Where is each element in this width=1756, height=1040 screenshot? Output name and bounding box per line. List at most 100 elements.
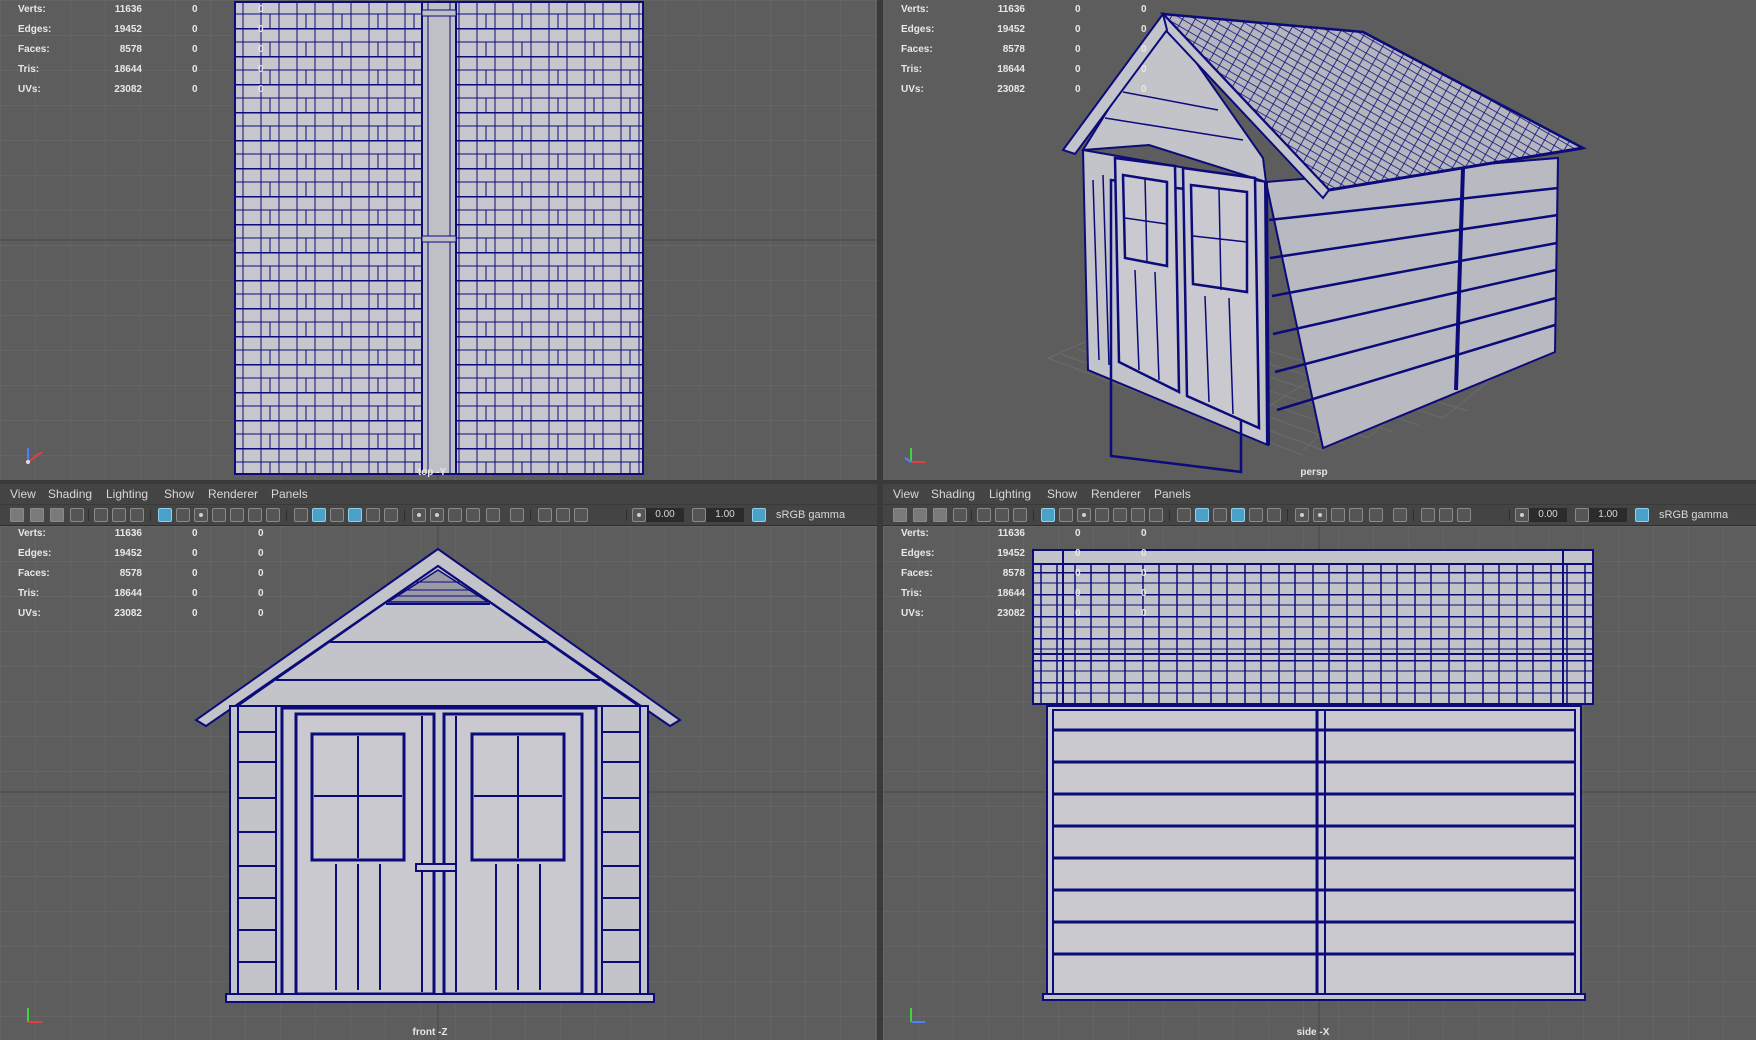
grease-pencil-frame-icon[interactable] xyxy=(130,508,144,522)
bookmark-icon[interactable] xyxy=(933,508,947,522)
poly-count-hud: Verts: 11636 0 0 Edges: 19452 0 0 Faces: 8578 0 0… xyxy=(891,4,1151,104)
stat-label: UVs: xyxy=(18,84,41,95)
gamma-field[interactable] xyxy=(706,508,744,522)
stat-value: 8578 xyxy=(1002,568,1025,579)
camera-attributes-icon[interactable] xyxy=(30,508,44,522)
select-camera-icon[interactable] xyxy=(893,508,907,522)
use-all-lights-icon[interactable] xyxy=(1267,508,1281,522)
viewport-front[interactable]: View Shading Lighting Show Renderer Pane… xyxy=(0,484,877,1040)
shadows-icon[interactable] xyxy=(412,508,426,522)
safe-title-icon[interactable] xyxy=(266,508,280,522)
xray-joints-icon[interactable] xyxy=(574,508,588,522)
menu-shading[interactable]: Shading xyxy=(48,487,92,501)
viewport-top[interactable]: Verts: 11636 0 0 Edges: 19452 0 0 Faces: 8578 0 0… xyxy=(0,0,877,480)
resolution-gate-icon[interactable] xyxy=(1077,508,1091,522)
motion-blur-icon[interactable] xyxy=(1331,508,1345,522)
motion-blur-icon[interactable] xyxy=(448,508,462,522)
menu-lighting[interactable]: Lighting xyxy=(106,487,148,501)
grid-icon[interactable] xyxy=(158,508,172,522)
menu-view[interactable]: View xyxy=(893,487,919,501)
shadows-icon[interactable] xyxy=(1295,508,1309,522)
menu-show[interactable]: Show xyxy=(164,487,194,501)
menu-renderer[interactable]: Renderer xyxy=(1091,487,1141,501)
menu-panels[interactable]: Panels xyxy=(1154,487,1191,501)
anti-aliasing-icon[interactable] xyxy=(466,508,480,522)
xray-active-icon[interactable] xyxy=(556,508,570,522)
grid-icon[interactable] xyxy=(1041,508,1055,522)
exposure-icon[interactable] xyxy=(632,508,646,522)
viewport-side[interactable]: View Shading Lighting Show Renderer Pane… xyxy=(883,484,1756,1040)
menu-view[interactable]: View xyxy=(10,487,36,501)
safe-action-icon[interactable] xyxy=(248,508,262,522)
film-gate-icon[interactable] xyxy=(1059,508,1073,522)
camera-name-label: side -X xyxy=(1296,1027,1330,1038)
textured-icon[interactable] xyxy=(1249,508,1263,522)
menu-show[interactable]: Show xyxy=(1047,487,1077,501)
grease-pencil-icon[interactable] xyxy=(112,508,126,522)
menu-lighting[interactable]: Lighting xyxy=(989,487,1031,501)
gamma-icon[interactable] xyxy=(692,508,706,522)
viewport-persp[interactable]: Verts: 11636 0 0 Edges: 19452 0 0 Faces: 8578 0 0… xyxy=(883,0,1756,480)
xray-joints-icon[interactable] xyxy=(1457,508,1471,522)
depth-of-field-icon[interactable] xyxy=(1369,508,1383,522)
color-management-icon[interactable] xyxy=(1635,508,1649,522)
isolate-icon[interactable] xyxy=(510,508,524,522)
default-material-icon[interactable] xyxy=(330,508,344,522)
exposure-field[interactable] xyxy=(646,508,684,522)
stat-selected: 0 xyxy=(1075,64,1081,75)
stat-tris-selected: 0 xyxy=(258,84,264,95)
bookmark-icon[interactable] xyxy=(50,508,64,522)
exposure-icon[interactable] xyxy=(1515,508,1529,522)
stat-tris-selected: 0 xyxy=(1141,608,1147,619)
color-space-label[interactable]: sRGB gamma xyxy=(1659,509,1728,521)
color-space-label[interactable]: sRGB gamma xyxy=(776,509,845,521)
menu-shading[interactable]: Shading xyxy=(931,487,975,501)
stat-tris-selected: 0 xyxy=(1141,44,1147,55)
anti-aliasing-icon[interactable] xyxy=(1349,508,1363,522)
2d-pan-zoom-icon[interactable] xyxy=(977,508,991,522)
safe-title-icon[interactable] xyxy=(1149,508,1163,522)
image-plane-icon[interactable] xyxy=(953,508,967,522)
xray-active-icon[interactable] xyxy=(1439,508,1453,522)
use-all-lights-icon[interactable] xyxy=(384,508,398,522)
safe-action-icon[interactable] xyxy=(1131,508,1145,522)
isolate-icon[interactable] xyxy=(1393,508,1407,522)
gate-mask-icon[interactable] xyxy=(1095,508,1109,522)
stat-label: Faces: xyxy=(18,568,50,579)
wireframe-on-shaded-icon[interactable] xyxy=(348,508,362,522)
color-management-icon[interactable] xyxy=(752,508,766,522)
depth-of-field-icon[interactable] xyxy=(486,508,500,522)
select-camera-icon[interactable] xyxy=(10,508,24,522)
camera-attributes-icon[interactable] xyxy=(913,508,927,522)
grease-pencil-icon[interactable] xyxy=(995,508,1009,522)
grease-pencil-frame-icon[interactable] xyxy=(1013,508,1027,522)
image-plane-icon[interactable] xyxy=(70,508,84,522)
stat-value: 11636 xyxy=(997,4,1025,15)
film-gate-icon[interactable] xyxy=(176,508,190,522)
ambient-occlusion-icon[interactable] xyxy=(1313,508,1327,522)
wireframe-icon[interactable] xyxy=(1177,508,1191,522)
xray-icon[interactable] xyxy=(538,508,552,522)
wireframe-on-shaded-icon[interactable] xyxy=(1231,508,1245,522)
gamma-field[interactable] xyxy=(1589,508,1627,522)
gamma-icon[interactable] xyxy=(1575,508,1589,522)
wireframe-icon[interactable] xyxy=(294,508,308,522)
toolbar-separator xyxy=(88,509,89,521)
ambient-occlusion-icon[interactable] xyxy=(430,508,444,522)
resolution-gate-icon[interactable] xyxy=(194,508,208,522)
exposure-field[interactable] xyxy=(1529,508,1567,522)
smooth-shade-icon[interactable] xyxy=(312,508,326,522)
field-chart-icon[interactable] xyxy=(1113,508,1127,522)
default-material-icon[interactable] xyxy=(1213,508,1227,522)
field-chart-icon[interactable] xyxy=(230,508,244,522)
smooth-shade-icon[interactable] xyxy=(1195,508,1209,522)
textured-icon[interactable] xyxy=(366,508,380,522)
stat-tris-selected: 0 xyxy=(1141,548,1147,559)
xray-icon[interactable] xyxy=(1421,508,1435,522)
stat-label: Edges: xyxy=(18,24,52,35)
2d-pan-zoom-icon[interactable] xyxy=(94,508,108,522)
menu-panels[interactable]: Panels xyxy=(271,487,308,501)
stat-tris-selected: 0 xyxy=(1141,4,1147,15)
menu-renderer[interactable]: Renderer xyxy=(208,487,258,501)
gate-mask-icon[interactable] xyxy=(212,508,226,522)
